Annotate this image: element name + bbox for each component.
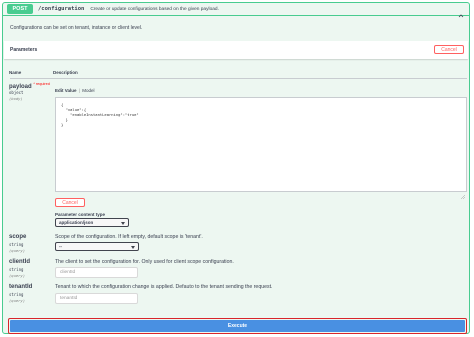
operation-block-post-configuration: POST /configuration Create or update con… [2, 2, 470, 334]
parameter-content-type-label: Parameter content type [55, 212, 106, 217]
tab-edit-value[interactable]: Edit Value [55, 88, 77, 93]
scope-select-value: -- [59, 244, 62, 249]
chevron-down-icon [131, 245, 135, 249]
scope-select[interactable]: -- [55, 242, 139, 251]
required-marker: * required [33, 82, 50, 86]
column-header-description: Description [53, 70, 78, 75]
operation-description: Configurations can be set on tenant, ins… [10, 25, 143, 31]
method-badge: POST [7, 4, 33, 14]
payload-body-editor[interactable]: { "value":{ "enableInstantLearning":"tru… [55, 97, 467, 192]
param-clientid-description: The client to set the configuration for.… [55, 259, 234, 265]
param-tenantid-name: tenantId [9, 284, 33, 290]
operation-summary[interactable]: POST /configuration Create or update con… [3, 3, 469, 18]
chevron-up-icon[interactable] [458, 6, 464, 18]
tenantid-input[interactable]: tenantId [55, 293, 138, 304]
header-divider [10, 78, 467, 79]
param-clientid-type: string [9, 267, 24, 272]
content-type-value: application/json [59, 220, 94, 225]
param-scope-description: Scope of the configuration. If left empt… [55, 234, 203, 240]
param-tenantid-type: string [9, 292, 24, 297]
parameters-title: Parameters [10, 47, 38, 53]
param-tenantid-location: (query) [9, 298, 26, 303]
tab-separator: | [78, 88, 80, 93]
param-scope-location: (query) [9, 248, 26, 253]
param-scope-type: string [9, 242, 24, 247]
param-payload-type: object [9, 90, 24, 95]
param-tenantid-description: Tenant to which the configuration change… [55, 284, 273, 290]
tab-model[interactable]: Model [82, 88, 94, 93]
execute-button[interactable]: Execute [10, 320, 465, 332]
payload-tabs: Edit Value | Model [55, 88, 94, 93]
param-clientid-location: (query) [9, 273, 26, 278]
param-clientid-name: clientId [9, 259, 31, 265]
cancel-try-out-button[interactable]: Cancel [434, 45, 464, 54]
payload-cancel-button[interactable]: Cancel [55, 198, 85, 207]
param-scope-name: scope [9, 234, 27, 240]
param-payload-name: payload * required [9, 82, 50, 90]
content-type-select[interactable]: application/json [55, 218, 129, 227]
resize-handle-icon[interactable] [460, 186, 466, 200]
execute-focus-ring: Execute [8, 318, 467, 334]
chevron-down-icon [121, 221, 125, 225]
clientid-input[interactable]: clientId [55, 267, 138, 278]
operation-summary-text: Create or update configurations based on… [90, 6, 219, 12]
column-header-name: Name [9, 70, 22, 75]
param-payload-location: (body) [9, 96, 23, 101]
parameters-header: Parameters Cancel [4, 41, 468, 59]
operation-path: /configuration [38, 6, 85, 12]
